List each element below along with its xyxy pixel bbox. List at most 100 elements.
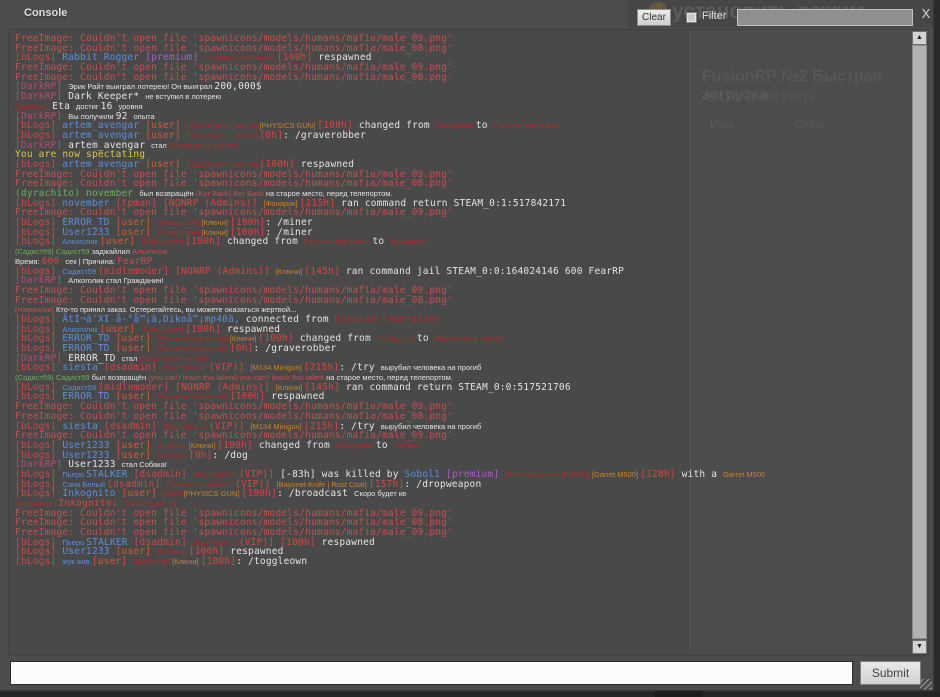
log-segment: : /try xyxy=(339,362,380,373)
filter-input[interactable] xyxy=(737,9,913,26)
log-segment: [100h] xyxy=(280,537,321,548)
log-segment: Пьеро xyxy=(62,538,86,547)
scroll-up-icon[interactable]: ▲ xyxy=(912,31,927,45)
log-segment: 200,000$ xyxy=(214,81,261,92)
log-segment: to xyxy=(373,236,391,247)
log-segment: [user] xyxy=(100,236,141,247)
log-segment: Саня Белый xyxy=(62,480,107,489)
log-segment: Скоро будет кв xyxy=(124,499,176,508)
log-segment: [Гражданин] xyxy=(157,218,201,227)
log-segment: [Вор-Мастер xyxy=(163,422,209,431)
log-segment: siesta xyxy=(62,362,103,373)
log-segment: опыта xyxy=(133,112,154,121)
log-segment: сек | Причина: xyxy=(65,257,117,266)
close-icon[interactable]: X xyxy=(919,6,933,22)
log-segment: [Король Бездомных] xyxy=(204,53,277,62)
scrollbar-thumb[interactable] xyxy=(912,45,927,639)
log-segment: [Расхититель могил] xyxy=(157,344,230,353)
log-segment: changed from xyxy=(259,440,336,451)
log-segment: [Гражданин] xyxy=(141,325,185,334)
resize-grip-icon[interactable] xyxy=(920,679,932,690)
log-segment: [Гражданин] xyxy=(157,228,201,237)
log-segment: [Вор-Мастер xyxy=(193,470,239,479)
log-segment: : /toggleown xyxy=(236,556,307,567)
submit-button[interactable]: Submit xyxy=(860,661,921,685)
scrollbar[interactable]: ▲ ▼ xyxy=(912,31,927,654)
command-input[interactable] xyxy=(10,661,853,685)
log-segment: [Ключи] xyxy=(276,267,305,276)
log-segment: [Собака] xyxy=(157,441,189,450)
log-segment: [NONRP (Admins)] xyxy=(175,266,276,277)
log-segment: Собака xyxy=(394,441,420,450)
log-segment: [Bayonet Knife | Rust Coat] xyxy=(276,480,368,489)
log-segment: [Фонарик] xyxy=(264,199,300,208)
log-segment: : /dropweapon xyxy=(404,479,481,490)
log-segment: вырубил человека на прогиб xyxy=(381,363,482,372)
log-segment: [Печаль мафии (PREM)] xyxy=(505,470,592,479)
log-segment: [Расхититель могил] xyxy=(157,392,230,401)
titlebar[interactable]: Console Clear Filter X xyxy=(0,0,933,29)
log-segment: (Садист59) Садист59 xyxy=(15,247,92,256)
log-segment: [user] xyxy=(92,556,133,567)
log-segment: [Собака] xyxy=(157,451,189,460)
log-segment: Гражданин xyxy=(377,334,417,343)
log-segment: [100h] xyxy=(201,556,237,567)
log-segment: [Мафиози] xyxy=(133,557,172,566)
scroll-down-icon[interactable]: ▼ xyxy=(912,640,927,654)
log-segment: [Собака] xyxy=(157,547,189,556)
log-segment: : /broadcast xyxy=(277,488,354,499)
log-segment: [bLogs] xyxy=(15,556,62,567)
log-segment: [Ключи] xyxy=(276,383,305,392)
log-segment: [0h] xyxy=(189,450,213,461)
log-segment: [100h] xyxy=(186,324,227,335)
log-segment: Расхититель могил! xyxy=(139,354,208,363)
log-segment: : /graverobber xyxy=(254,343,337,354)
log-segment: уровня xyxy=(118,102,142,111)
console-line: [bLogs] User1233 [user] [Собака] [0h]: /… xyxy=(15,451,895,461)
log-segment: [PHYSICS GUN] xyxy=(259,121,317,130)
background-bottom-edge xyxy=(0,692,940,697)
console-line: FreeImage: Couldn't open file 'spawnicon… xyxy=(15,73,895,83)
log-segment: не вступил в лотерею xyxy=(145,92,221,101)
log-segment: ran command return STEAM_0:0:517521706 xyxy=(346,382,571,393)
log-segment: [Расхититель могил] xyxy=(187,121,260,130)
log-segment: Гражданин xyxy=(336,441,376,450)
log-segment: [M134 Minigun] xyxy=(250,363,303,372)
log-segment: [user] xyxy=(145,130,186,141)
log-segment: [Ключи] xyxy=(172,557,201,566)
log-segment: Гражданин xyxy=(390,237,428,246)
console-line: [DarkRP] artem_avengar стал Расхититель … xyxy=(15,141,895,151)
background-right-edge xyxy=(935,0,940,697)
log-segment: : /graverobber xyxy=(283,130,366,141)
log-segment: [-83h] xyxy=(280,469,321,480)
log-segment: [user] xyxy=(122,488,163,499)
log-segment: стал xyxy=(151,141,169,150)
log-segment: [128h] xyxy=(640,469,681,480)
log-segment: [Гражданин] xyxy=(141,237,185,246)
log-segment: [0h] xyxy=(230,343,254,354)
log-segment: [Вор-Мастер xyxy=(193,538,239,547)
clear-button[interactable]: Clear xyxy=(637,9,671,26)
log-segment: на старое место, перед телепортом. xyxy=(266,189,393,198)
log-segment: [Расхититель могил] xyxy=(187,160,260,169)
console-line: [Уровень]: Eta достиг 16 уровня xyxy=(15,102,895,112)
log-segment: Скоро будет кв xyxy=(354,489,406,498)
log-segment: to xyxy=(376,440,394,451)
log-segment: [Уровень]: xyxy=(15,102,52,111)
filter-checkbox[interactable] xyxy=(686,12,697,23)
log-segment: Пьеро xyxy=(62,470,86,479)
log-segment: with a xyxy=(682,469,723,480)
log-segment: [215h] xyxy=(304,362,340,373)
log-segment: respawned xyxy=(322,537,375,548)
console-line: [bLogs] siesta [dsadmin] [Вор-Мастер (VI… xyxy=(15,363,895,373)
log-segment: Алкоголик стал Гражданин! xyxy=(68,276,163,285)
log-segment: [dsadmin] xyxy=(104,362,163,373)
console-line: [DarkRP] Dark Keeper* не вступил в лотер… xyxy=(15,92,895,102)
console-line: FreeImage: Couldn't open file 'spawnicon… xyxy=(15,179,895,189)
log-segment: [Внимание!] xyxy=(15,499,59,508)
log-segment: [0h] xyxy=(259,130,283,141)
console-line: [bLogs] Inkognito [user] [Мэр] [PHYSICS … xyxy=(15,489,895,499)
log-segment: to xyxy=(417,333,435,344)
log-segment: [M134 Minigun] xyxy=(250,422,303,431)
log-segment: (Kor Back) Kor Back xyxy=(196,189,266,198)
